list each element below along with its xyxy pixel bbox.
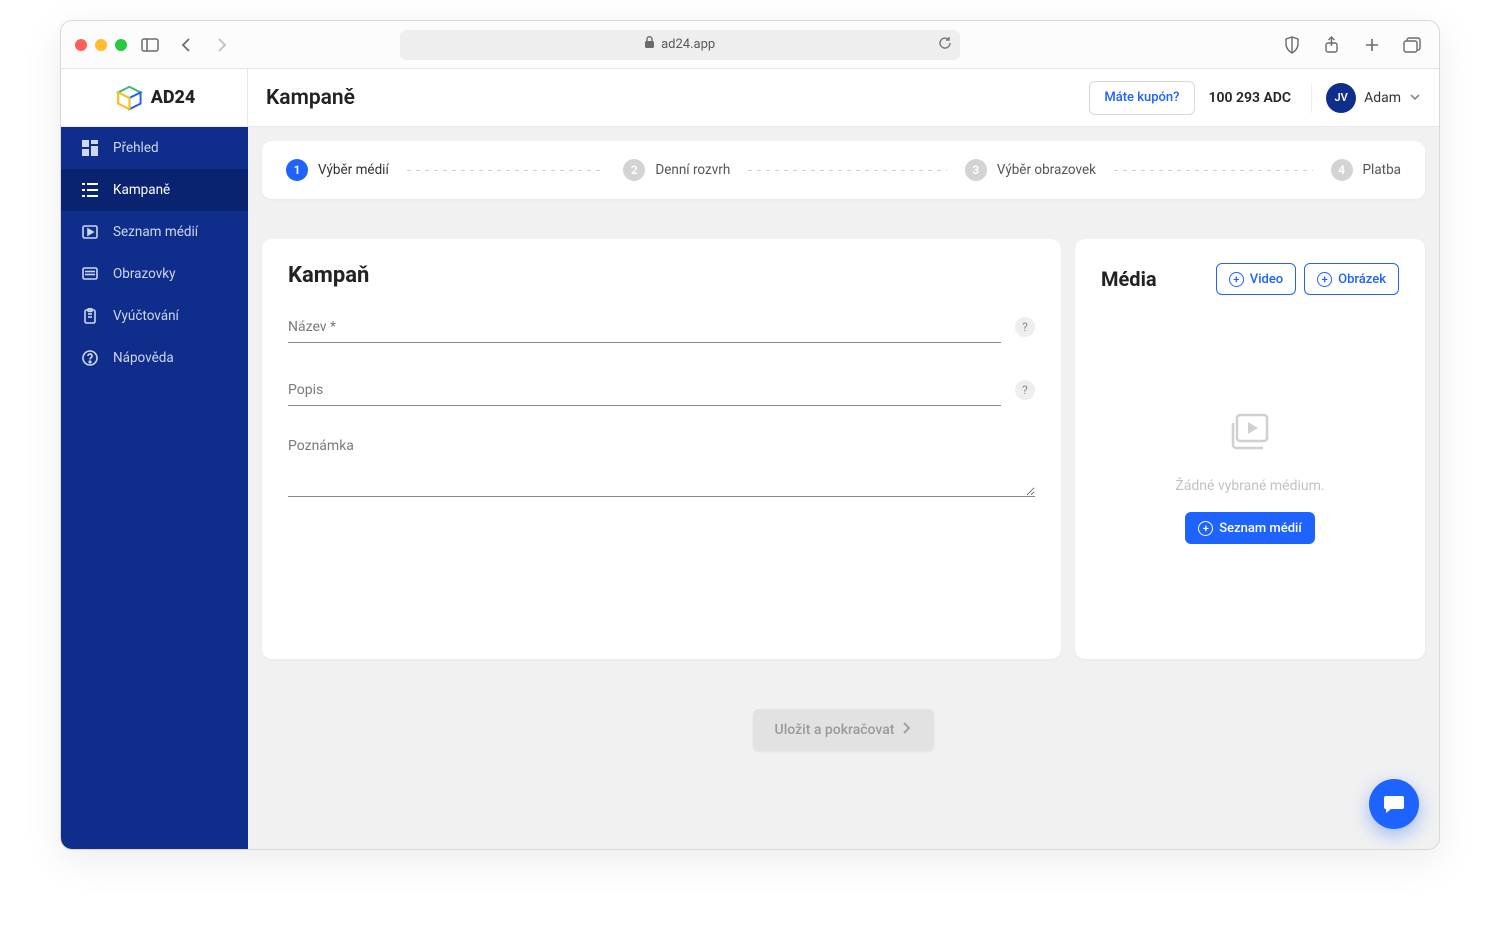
desc-input[interactable] — [288, 377, 1001, 406]
step-label: Výběr médií — [318, 162, 389, 178]
desc-row: Popis ? — [288, 377, 1035, 406]
media-card: Média + Video + Obrázek — [1075, 239, 1425, 659]
zoom-window-button[interactable] — [115, 39, 127, 51]
tab-overview-icon[interactable] — [1399, 32, 1425, 58]
sidebar: AD24 Přehled Kampaně Seznam médií — [61, 69, 248, 849]
sidebar-item-billing[interactable]: Vyúčtování — [61, 295, 248, 337]
new-tab-icon[interactable] — [1359, 32, 1385, 58]
step-daily-schedule[interactable]: 2 Denní rozvrh — [623, 159, 730, 181]
help-icon — [81, 349, 99, 367]
sidebar-item-label: Nápověda — [113, 350, 174, 366]
step-number: 2 — [623, 159, 645, 181]
step-label: Platba — [1363, 162, 1401, 178]
content: 1 Výběr médií 2 Denní rozvrh 3 Výběr obr… — [248, 127, 1439, 849]
minimize-window-button[interactable] — [95, 39, 107, 51]
button-label: Seznam médií — [1219, 521, 1302, 536]
app-shell: AD24 Přehled Kampaně Seznam médií — [61, 69, 1439, 849]
button-label: Obrázek — [1338, 272, 1386, 287]
note-input[interactable] — [288, 440, 1035, 497]
billing-icon — [81, 307, 99, 325]
reload-icon[interactable] — [938, 36, 952, 54]
button-label: Video — [1250, 272, 1283, 287]
main-area: Kampaně Máte kupón? 100 293 ADC JV Adam … — [248, 69, 1439, 849]
close-window-button[interactable] — [75, 39, 87, 51]
step-separator — [407, 170, 606, 171]
nav-forward-icon[interactable] — [209, 32, 235, 58]
share-icon[interactable] — [1319, 32, 1345, 58]
step-screens-select[interactable]: 3 Výběr obrazovek — [965, 159, 1096, 181]
media-empty-text: Žádné vybrané médium. — [1175, 478, 1324, 494]
plus-icon: + — [1317, 272, 1332, 287]
logo-text: AD24 — [151, 87, 196, 108]
browser-toolbar: ad24.app — [61, 21, 1439, 69]
step-media-select[interactable]: 1 Výběr médií — [286, 159, 389, 181]
coupon-button[interactable]: Máte kupón? — [1089, 81, 1194, 115]
step-label: Výběr obrazovek — [997, 162, 1096, 178]
user-menu[interactable]: JV Adam — [1311, 83, 1421, 113]
sidebar-item-screens[interactable]: Obrazovky — [61, 253, 248, 295]
save-continue-button[interactable]: Uložit a pokračovat — [753, 709, 935, 751]
chevron-right-icon — [902, 721, 912, 739]
step-number: 4 — [1331, 159, 1353, 181]
avatar: JV — [1326, 83, 1356, 113]
sidebar-item-label: Kampaně — [113, 182, 170, 198]
nav-back-icon[interactable] — [173, 32, 199, 58]
sidebar-item-overview[interactable]: Přehled — [61, 127, 248, 169]
button-label: Uložit a pokračovat — [775, 722, 895, 738]
logo[interactable]: AD24 — [61, 69, 248, 127]
screens-icon — [81, 265, 99, 283]
step-separator — [748, 170, 947, 171]
plus-icon: + — [1229, 272, 1244, 287]
media-heading: Média — [1101, 267, 1208, 291]
form-heading: Kampaň — [288, 263, 1035, 288]
add-video-button[interactable]: + Video — [1216, 263, 1296, 295]
campaign-form-card: Kampaň Název * ? Popis — [262, 239, 1061, 659]
sidebar-item-label: Přehled — [113, 140, 159, 156]
list-icon — [81, 181, 99, 199]
dashboard-icon — [81, 139, 99, 157]
step-label: Denní rozvrh — [655, 162, 730, 178]
stepper: 1 Výběr médií 2 Denní rozvrh 3 Výběr obr… — [262, 141, 1425, 199]
save-row: Uložit a pokračovat — [262, 709, 1425, 751]
note-row: Poznámka — [288, 440, 1035, 501]
sidebar-item-help[interactable]: Nápověda — [61, 337, 248, 379]
name-help-button[interactable]: ? — [1015, 317, 1035, 337]
add-image-button[interactable]: + Obrázek — [1304, 263, 1399, 295]
media-placeholder-icon — [1226, 412, 1274, 460]
name-input[interactable] — [288, 314, 1001, 343]
browser-window: ad24.app — [60, 20, 1440, 850]
step-separator — [1114, 170, 1313, 171]
shield-icon[interactable] — [1279, 32, 1305, 58]
chat-widget-button[interactable] — [1369, 779, 1419, 829]
step-payment[interactable]: 4 Platba — [1331, 159, 1401, 181]
media-list-icon — [81, 223, 99, 241]
window-controls — [75, 39, 127, 51]
step-number: 3 — [965, 159, 987, 181]
chevron-down-icon — [1409, 88, 1421, 107]
user-name: Adam — [1364, 90, 1401, 106]
name-row: Název * ? — [288, 314, 1035, 343]
page-title: Kampaně — [266, 86, 355, 110]
sidebar-item-campaigns[interactable]: Kampaně — [61, 169, 248, 211]
content-columns: Kampaň Název * ? Popis — [262, 239, 1425, 659]
media-list-button[interactable]: + Seznam médií — [1185, 512, 1315, 544]
sidebar-item-label: Obrazovky — [113, 266, 175, 282]
sidebar-item-media-list[interactable]: Seznam médií — [61, 211, 248, 253]
desc-help-button[interactable]: ? — [1015, 380, 1035, 400]
sidebar-item-label: Vyúčtování — [113, 308, 179, 324]
lock-icon — [644, 36, 655, 53]
plus-icon: + — [1198, 521, 1213, 536]
balance-display: 100 293 ADC — [1209, 90, 1292, 106]
sidebar-toggle-icon[interactable] — [137, 32, 163, 58]
sidebar-item-label: Seznam médií — [113, 224, 198, 240]
address-bar[interactable]: ad24.app — [400, 30, 960, 60]
step-number: 1 — [286, 159, 308, 181]
address-bar-text: ad24.app — [661, 37, 715, 52]
topbar: Kampaně Máte kupón? 100 293 ADC JV Adam — [248, 69, 1439, 127]
media-empty-state: Žádné vybrané médium. + Seznam médií — [1101, 321, 1399, 635]
